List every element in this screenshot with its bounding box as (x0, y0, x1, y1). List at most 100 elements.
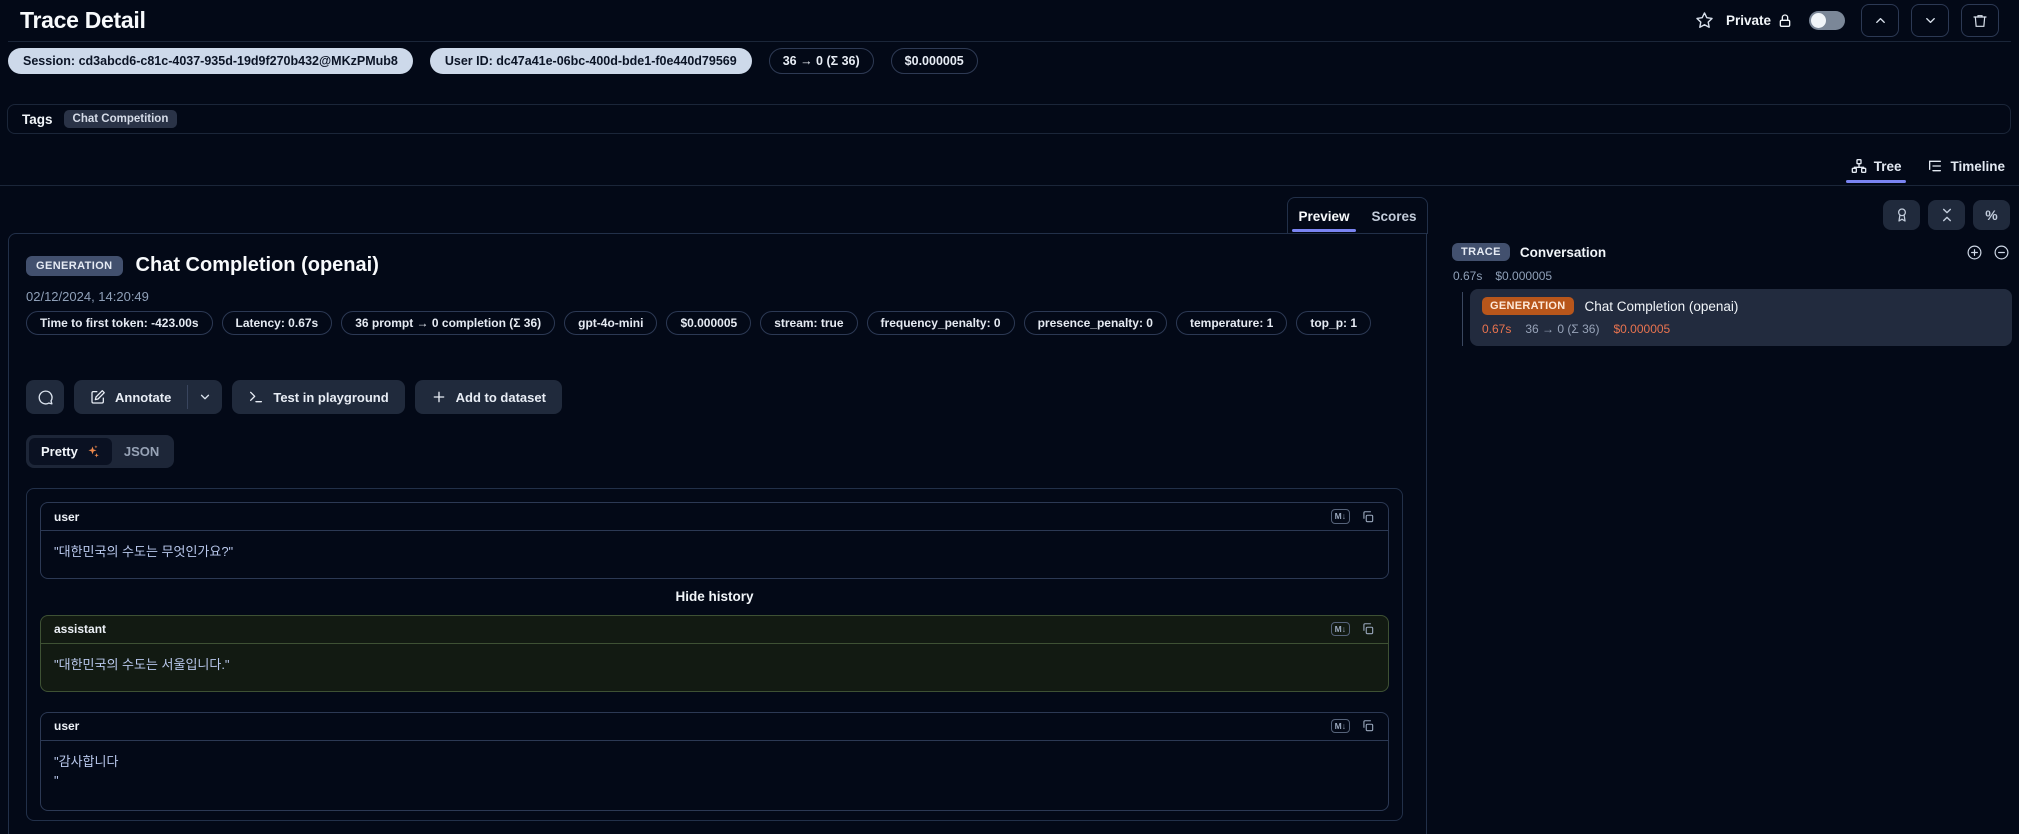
message-content: "대한민국의 수도는 무엇인가요?" (54, 544, 234, 559)
trace-stats: 0.67s $0.000005 (1453, 269, 1552, 283)
copy-button[interactable] (1361, 510, 1375, 524)
trace-cost: $0.000005 (1495, 269, 1553, 283)
test-in-playground-button[interactable]: Test in playground (232, 380, 405, 414)
message-header: assistant M↓ (41, 616, 1388, 644)
previous-trace-button[interactable] (1861, 4, 1899, 37)
message-card-user-2: user M↓ "감사합니다 " (40, 711, 1389, 812)
copy-icon (1363, 720, 1374, 732)
copy-button[interactable] (1361, 622, 1375, 636)
message-content: "감사합니다 " (54, 753, 119, 788)
header-divider (8, 41, 2011, 42)
expand-all-button[interactable] (1966, 244, 1983, 261)
node-stats: 0.67s 36 → 0 (Σ 36) $0.000005 (1482, 322, 2000, 336)
award-icon (1897, 208, 1906, 222)
tab-preview[interactable]: Preview (1292, 209, 1356, 232)
next-trace-button[interactable] (1911, 4, 1949, 37)
message-header: user M↓ (41, 713, 1388, 741)
annotate-dropdown-button[interactable] (188, 380, 222, 414)
dataset-label: Add to dataset (455, 389, 546, 405)
privacy-status: Private (1726, 13, 1793, 29)
session-badge[interactable]: Session: cd3abcd6-c81c-4037-935d-19d9f27… (8, 48, 413, 74)
format-pretty-segment[interactable]: Pretty (29, 438, 112, 465)
star-icon (1696, 12, 1713, 28)
pill-latency: Latency: 0.67s (221, 311, 333, 335)
tree-icon (1851, 159, 1867, 173)
annotate-split-button: Annotate (74, 380, 223, 414)
message-card-assistant: assistant M↓ "대한민국의 수도는 서울입니다." (40, 614, 1389, 692)
observation-timestamp: 02/12/2024, 14:20:49 (26, 289, 149, 304)
trace-latency: 0.67s (1453, 269, 1483, 283)
markdown-toggle-icon[interactable]: M↓ (1330, 509, 1350, 524)
toggle-knob (1811, 13, 1826, 28)
observation-title: Chat Completion (openai) (135, 254, 379, 276)
collapse-icon (1942, 208, 1951, 222)
chevron-down-icon (201, 394, 210, 400)
pill-presence-penalty: presence_penalty: 0 (1023, 311, 1167, 335)
copy-icon (1363, 510, 1374, 522)
sparkles-icon (88, 445, 99, 458)
lock-icon (1779, 13, 1791, 27)
bookmark-star-button[interactable] (1695, 11, 1714, 30)
comment-icon (38, 389, 53, 405)
generation-type-badge: GENERATION (26, 255, 123, 276)
trash-icon (1973, 14, 1987, 27)
pretty-label: Pretty (41, 444, 78, 459)
privacy-label: Private (1725, 13, 1771, 28)
markdown-toggle-icon[interactable]: M↓ (1330, 622, 1350, 637)
timeline-icon (1929, 160, 1942, 172)
tag-chat-competition[interactable]: Chat Competition (63, 110, 178, 128)
show-scores-button[interactable] (1883, 200, 1920, 230)
trace-root-row[interactable]: TRACE Conversation (1452, 243, 2010, 261)
pill-time-to-first-token: Time to first token: -423.00s (26, 311, 213, 335)
collapse-node-button[interactable] (1993, 244, 2010, 261)
delete-trace-button[interactable] (1961, 4, 1999, 37)
observation-panel: GENERATION Chat Completion (openai) 02/1… (8, 233, 1427, 834)
add-to-dataset-button[interactable]: Add to dataset (414, 380, 562, 414)
edit-icon (91, 390, 105, 404)
show-metrics-button[interactable]: % (1973, 200, 2010, 230)
sidebar-toolbar: % (1883, 200, 2010, 230)
tabs-divider (0, 185, 2019, 186)
node-header: GENERATION Chat Completion (openai) (1482, 297, 2000, 315)
copy-button[interactable] (1361, 719, 1375, 733)
generation-node[interactable]: GENERATION Chat Completion (openai) 0.67… (1470, 289, 2012, 346)
message-header-icons: M↓ (1330, 719, 1375, 734)
hide-history-button[interactable]: Hide history (40, 589, 1389, 604)
comment-button[interactable] (26, 380, 64, 414)
terminal-icon (250, 391, 263, 403)
collapse-all-button[interactable] (1928, 200, 1965, 230)
tags-label: Tags (22, 111, 53, 127)
format-toggle: Pretty JSON (26, 435, 175, 468)
tags-container: Tags Chat Competition (7, 104, 2011, 134)
tab-tree[interactable]: Tree (1845, 158, 1907, 183)
tab-scores[interactable]: Scores (1372, 209, 1417, 224)
plus-icon (433, 391, 445, 403)
message-header-icons: M↓ (1330, 509, 1375, 524)
node-tokens: 36 → 0 (Σ 36) (1525, 322, 1600, 336)
tab-timeline[interactable]: Timeline (1927, 158, 2005, 174)
message-role: assistant (54, 622, 107, 637)
panel-tabs: Preview Scores (1287, 197, 1428, 234)
plus-circle-icon (1967, 245, 1982, 259)
chevron-up-icon (1875, 18, 1885, 23)
public-toggle[interactable] (1809, 11, 1845, 30)
message-role: user (54, 509, 80, 524)
message-header: user M↓ (41, 503, 1388, 531)
messages-container: user M↓ "대한민국의 수도는 무엇인가요?" Hide history … (26, 488, 1403, 821)
annotate-button[interactable]: Annotate (74, 380, 187, 414)
format-json-segment[interactable]: JSON (112, 438, 171, 465)
pill-cost: $0.000005 (666, 311, 752, 335)
copy-icon (1363, 623, 1374, 635)
markdown-toggle-icon[interactable]: M↓ (1330, 719, 1350, 734)
pill-top-p: top_p: 1 (1296, 311, 1372, 335)
annotate-label: Annotate (115, 389, 172, 405)
pill-frequency-penalty: frequency_penalty: 0 (866, 311, 1015, 335)
message-role: user (54, 719, 80, 734)
user-id-badge[interactable]: User ID: dc47a41e-06bc-400d-bde1-f0e440d… (429, 48, 752, 74)
node-latency: 0.67s (1482, 322, 1512, 336)
pill-model: gpt-4o-mini (564, 311, 658, 335)
trace-tree-sidebar: % TRACE Conversation 0.67s $0.000005 GEN… (1445, 197, 2019, 834)
minus-circle-icon (1994, 245, 2009, 259)
node-type-badge: GENERATION (1482, 297, 1574, 315)
pill-stream: stream: true (760, 311, 858, 335)
